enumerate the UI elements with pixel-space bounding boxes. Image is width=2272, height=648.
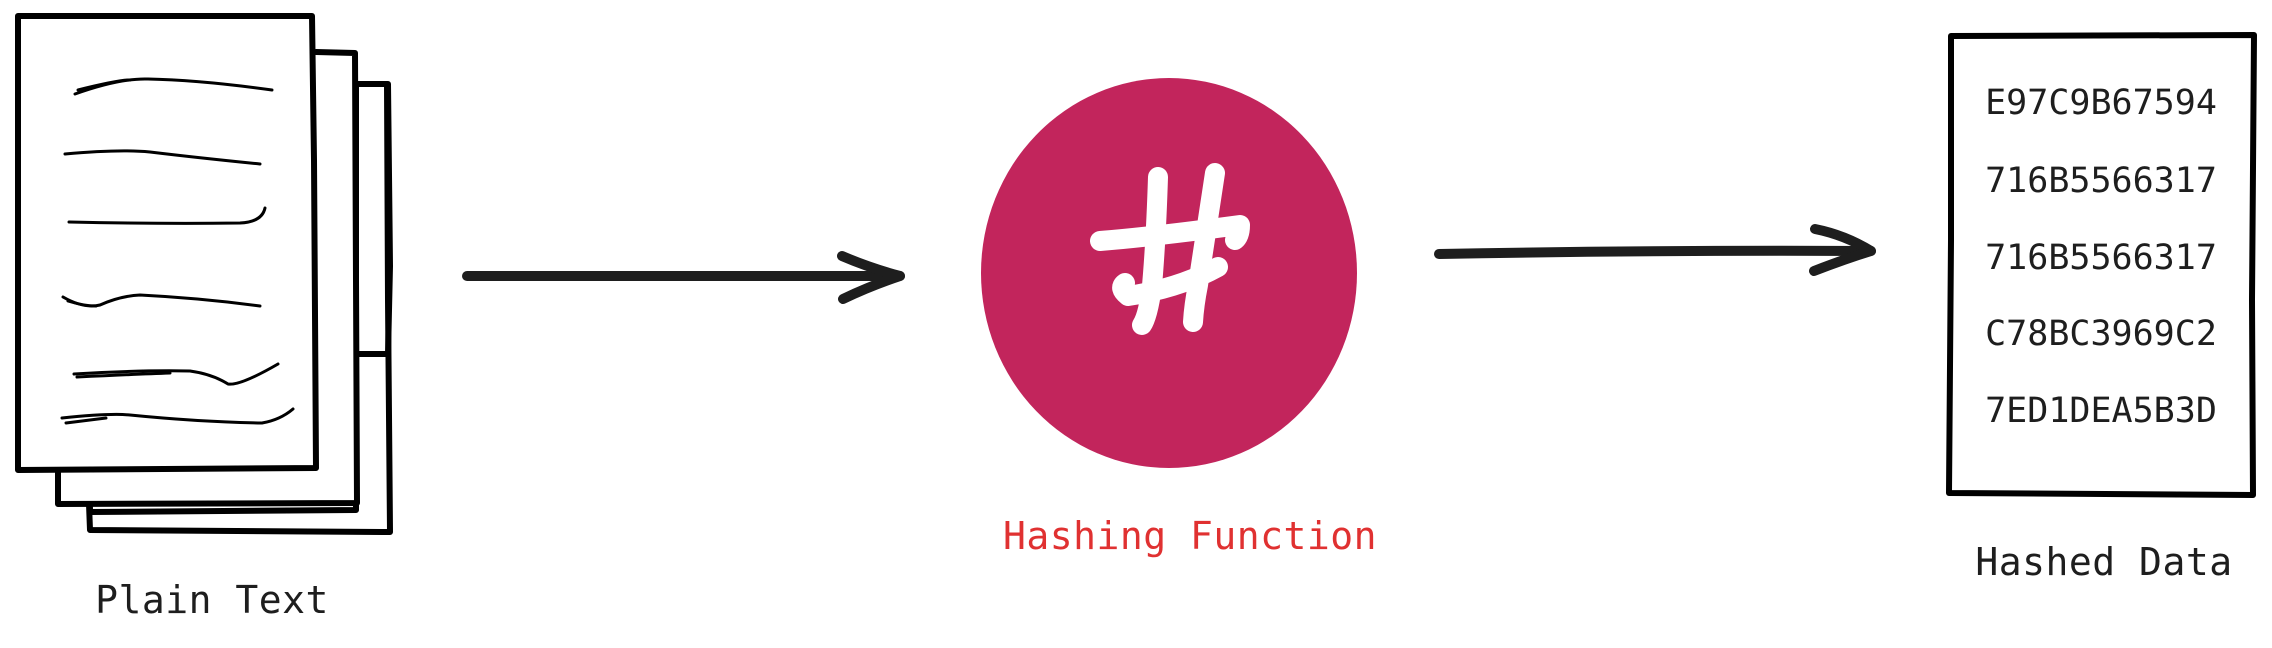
document-sheet-front [15, 13, 319, 473]
hash-value: 716B5566317 [1985, 238, 2217, 278]
hash-value: 716B5566317 [1985, 161, 2217, 201]
hash-value: E97C9B67594 [1985, 83, 2217, 123]
arrow-hash-to-data [1434, 224, 1876, 276]
plain-text-label: Plain Text [95, 578, 329, 622]
arrow-shaft [1434, 245, 1876, 259]
hashed-data-label: Hashed Data [1975, 540, 2233, 584]
hash-function-node [981, 78, 1357, 468]
hash-value: C78BC3969C2 [1985, 314, 2217, 354]
arrow-plain-to-hash [462, 251, 905, 304]
hashing-function-label: Hashing Function [1002, 514, 1378, 558]
hash-circle [981, 78, 1357, 468]
document-stack-icon [15, 13, 393, 535]
hash-value: 7ED1DEA5B3D [1985, 391, 2217, 431]
